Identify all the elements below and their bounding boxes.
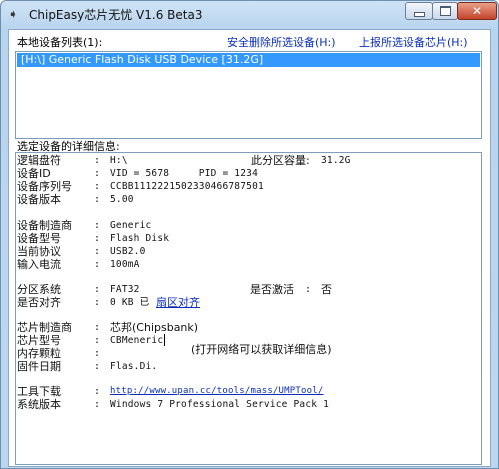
serial-value: CCBB1112221502330466787501 bbox=[110, 181, 264, 192]
window-title: ChipEasy芯片无忧 V1.6 Beta3 bbox=[29, 8, 203, 22]
firmware-value: Flas.Di. bbox=[110, 361, 158, 372]
details-textbox[interactable]: 逻辑盘符 : H:\ 此分区容量: 31.2G 设备ID : VID = 567… bbox=[15, 152, 482, 465]
row-tool-download: 工具下载 : http://www.upan.cc/tools/mass/UMP… bbox=[17, 385, 324, 398]
chip-model-value: CBMeneric bbox=[110, 335, 164, 346]
row-logical-drive: 逻辑盘符 : H:\ 此分区容量: 31.2G bbox=[17, 154, 351, 167]
row-model: 设备型号 : Flash Disk bbox=[17, 232, 170, 245]
filesystem-label: 分区系统 bbox=[17, 283, 61, 296]
filesystem-value: FAT32 bbox=[110, 284, 140, 295]
row-firmware: 固件日期 : Flas.Di. bbox=[17, 360, 158, 373]
row-vendor: 设备制造商 : Generic bbox=[17, 219, 152, 232]
aligned-value-prefix: 0 KB 已 bbox=[110, 297, 150, 308]
minimize-icon bbox=[413, 12, 425, 17]
row-version: 设备版本 : 5.00 bbox=[17, 193, 134, 206]
protocol-value: USB2.0 bbox=[110, 246, 146, 257]
row-aligned: 是否对齐 : 0 KB 已 扇区对齐 bbox=[17, 296, 200, 309]
vendor-value: Generic bbox=[110, 220, 152, 231]
row-current: 输入电流 : 100mA bbox=[17, 258, 140, 271]
version-label: 设备版本 bbox=[17, 193, 61, 206]
serial-label: 设备序列号 bbox=[17, 180, 72, 193]
app-window: ➧ ChipEasy芯片无忧 V1.6 Beta3 ✕ 本地设备列表(1): 安… bbox=[0, 0, 499, 469]
local-devices-label: 本地设备列表(1): bbox=[17, 36, 103, 49]
partition-capacity-value: 31.2G bbox=[321, 155, 351, 166]
sector-align-link[interactable]: 扇区对齐 bbox=[156, 296, 200, 309]
close-button[interactable]: ✕ bbox=[457, 2, 497, 20]
client-area: 本地设备列表(1): 安全删除所选设备(H:) 上报所选设备芯片(H:) [H:… bbox=[8, 29, 491, 467]
aligned-label: 是否对齐 bbox=[17, 296, 61, 309]
protocol-label: 当前协议 bbox=[17, 245, 61, 258]
firmware-label: 固件日期 bbox=[17, 360, 61, 373]
os-version-label: 系统版本 bbox=[17, 398, 61, 411]
close-icon: ✕ bbox=[471, 4, 483, 18]
title-bar[interactable]: ➧ ChipEasy芯片无忧 V1.6 Beta3 ✕ bbox=[1, 1, 498, 27]
device-id-value: VID = 5678 PID = 1234 bbox=[110, 168, 258, 179]
row-filesystem: 分区系统 : FAT32 是否激活 : 否 bbox=[17, 283, 332, 296]
activated-value: 否 bbox=[321, 283, 332, 296]
logical-drive-value: H:\ bbox=[110, 155, 128, 166]
device-list[interactable]: [H:\] Generic Flash Disk USB Device [31.… bbox=[15, 51, 482, 139]
safe-remove-link[interactable]: 安全删除所选设备(H:) bbox=[227, 34, 336, 50]
report-chip-link[interactable]: 上报所选设备芯片(H:) bbox=[359, 34, 468, 50]
text-caret bbox=[164, 334, 165, 346]
device-list-item[interactable]: [H:\] Generic Flash Disk USB Device [31.… bbox=[17, 53, 480, 67]
os-version-value: Windows 7 Professional Service Pack 1 bbox=[110, 399, 330, 410]
row-device-id: 设备ID : VID = 5678 PID = 1234 bbox=[17, 167, 258, 180]
app-arrow-icon: ➧ bbox=[8, 7, 19, 21]
logical-drive-label: 逻辑盘符 bbox=[17, 154, 61, 167]
chip-model-label: 芯片型号 bbox=[17, 334, 61, 347]
version-value: 5.00 bbox=[110, 194, 134, 205]
partition-capacity-label: 此分区容量: bbox=[251, 154, 310, 167]
row-protocol: 当前协议 : USB2.0 bbox=[17, 245, 146, 258]
chip-vendor-value: 芯邦(Chipsbank) bbox=[110, 321, 199, 334]
maximize-icon bbox=[439, 6, 451, 16]
row-chip-vendor: 芯片制造商 : 芯邦(Chipsbank) bbox=[17, 321, 199, 334]
current-value: 100mA bbox=[110, 259, 140, 270]
model-label: 设备型号 bbox=[17, 232, 61, 245]
activated-label: 是否激活 bbox=[250, 283, 294, 296]
model-value: Flash Disk bbox=[110, 233, 170, 244]
vendor-label: 设备制造商 bbox=[17, 219, 72, 232]
row-serial: 设备序列号 : CCBB1112221502330466787501 bbox=[17, 180, 264, 193]
network-hint: (打开网络可以获取详细信息) bbox=[191, 343, 332, 356]
chip-vendor-label: 芯片制造商 bbox=[17, 321, 72, 334]
row-os-version: 系统版本 : Windows 7 Professional Service Pa… bbox=[17, 398, 330, 411]
tool-download-label: 工具下载 bbox=[17, 385, 61, 398]
maximize-button[interactable] bbox=[432, 2, 458, 20]
device-id-label: 设备ID bbox=[17, 167, 51, 180]
row-flash: 内存颗粒 : (打开网络可以获取详细信息) bbox=[17, 343, 332, 360]
minimize-button[interactable] bbox=[405, 2, 433, 20]
tool-download-link[interactable]: http://www.upan.cc/tools/mass/UMPTool/ bbox=[110, 385, 324, 398]
current-label: 输入电流 bbox=[17, 258, 61, 271]
flash-label: 内存颗粒 bbox=[17, 347, 61, 360]
